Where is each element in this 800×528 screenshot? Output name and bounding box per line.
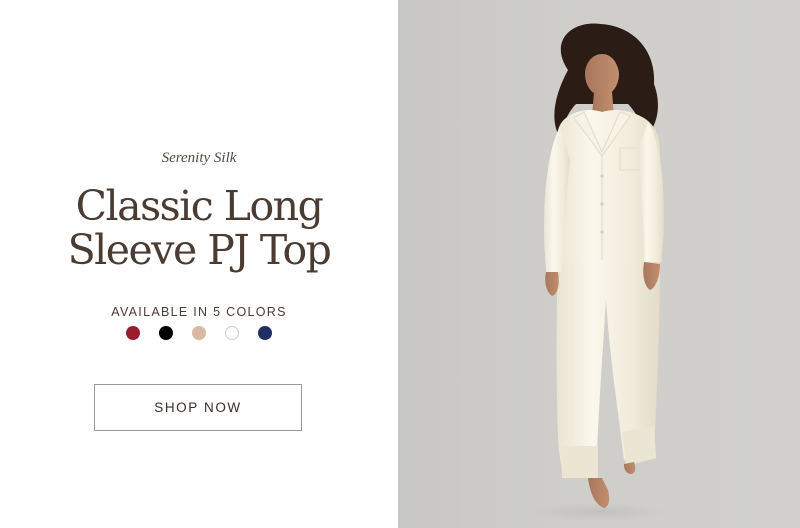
availability-text: AVAILABLE IN 5 COLORS (111, 305, 287, 319)
collection-name: Serenity Silk (161, 150, 237, 166)
swatch-burgundy[interactable] (126, 326, 140, 340)
product-title-line-1: Classic Long (75, 182, 324, 230)
promo-banner: Serenity Silk Classic Long Sleeve PJ Top… (0, 0, 800, 528)
model-in-pajamas-image (528, 23, 668, 521)
color-swatches (0, 326, 398, 340)
product-title-line-2: Sleeve PJ Top (67, 226, 332, 274)
swatch-ivory[interactable] (225, 326, 239, 340)
swatch-black[interactable] (159, 326, 173, 340)
swatch-champagne[interactable] (192, 326, 206, 340)
swatch-navy[interactable] (258, 326, 272, 340)
shop-now-button[interactable]: SHOP NOW (94, 384, 302, 431)
product-photo[interactable] (398, 0, 800, 528)
product-title[interactable]: Classic Long Sleeve PJ Top (0, 184, 398, 272)
promo-text-panel: Serenity Silk Classic Long Sleeve PJ Top… (0, 0, 398, 528)
